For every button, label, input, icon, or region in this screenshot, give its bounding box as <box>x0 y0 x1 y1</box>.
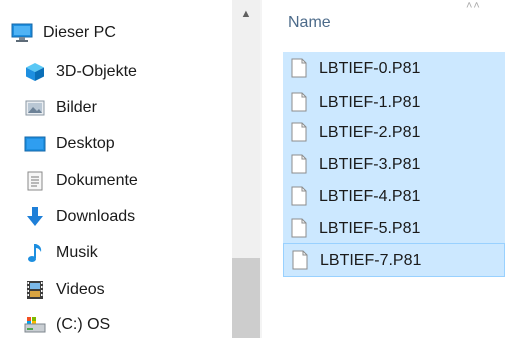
pane-divider[interactable] <box>260 0 262 338</box>
file-icon <box>291 58 307 78</box>
navigation-pane: Dieser PC 3D-Objekte Bilder Desktop Doku… <box>0 0 232 338</box>
file-icon <box>291 186 307 206</box>
file-row[interactable]: LBTIEF-3.P81 <box>283 148 505 182</box>
column-header-name[interactable]: Name <box>288 14 331 32</box>
nav-item-label: Downloads <box>56 208 136 225</box>
documents-icon <box>24 170 46 192</box>
nav-item-3d-objects[interactable]: 3D-Objekte <box>0 57 232 87</box>
music-icon <box>24 242 46 264</box>
nav-item-documents[interactable]: Dokumente <box>0 166 232 196</box>
nav-item-label: Dieser PC <box>43 24 116 41</box>
nav-item-this-pc[interactable]: Dieser PC <box>0 18 232 48</box>
nav-item-label: Dokumente <box>56 172 138 189</box>
scroll-thumb[interactable] <box>232 258 260 338</box>
pictures-icon <box>24 97 46 119</box>
drive-icon <box>24 314 46 336</box>
nav-item-label: Videos <box>56 281 105 298</box>
nav-item-music[interactable]: Musik <box>0 238 232 268</box>
file-icon <box>292 250 308 270</box>
file-row[interactable]: LBTIEF-0.P81 <box>283 52 505 86</box>
nav-item-downloads[interactable]: Downloads <box>0 202 232 232</box>
nav-item-videos[interactable]: Videos <box>0 275 232 305</box>
file-row[interactable]: LBTIEF-2.P81 <box>283 116 505 150</box>
file-row[interactable]: LBTIEF-5.P81 <box>283 212 505 246</box>
file-name: LBTIEF-2.P81 <box>319 124 421 141</box>
desktop-icon <box>24 133 46 155</box>
nav-item-label: Musik <box>56 244 98 261</box>
file-name: LBTIEF-1.P81 <box>319 94 421 111</box>
scroll-up-arrow-icon[interactable]: ▲ <box>232 0 260 28</box>
sort-indicator-icon: ˄˄ <box>466 0 481 12</box>
file-name: LBTIEF-5.P81 <box>319 220 421 237</box>
nav-item-pictures[interactable]: Bilder <box>0 93 232 123</box>
file-name: LBTIEF-0.P81 <box>319 60 421 77</box>
downloads-icon <box>24 206 46 228</box>
this-pc-icon <box>11 22 33 44</box>
nav-item-label: (C:) OS <box>56 316 111 333</box>
file-row[interactable]: LBTIEF-7.P81 <box>283 243 505 277</box>
file-icon <box>291 154 307 174</box>
file-name: LBTIEF-3.P81 <box>319 156 421 173</box>
file-icon <box>291 92 307 112</box>
column-header: Name ˄˄ <box>262 0 505 46</box>
file-icon <box>291 218 307 238</box>
file-name: LBTIEF-4.P81 <box>319 188 421 205</box>
nav-item-label: Bilder <box>56 99 97 116</box>
nav-item-drive-c[interactable]: (C:) OS <box>0 310 232 340</box>
file-row[interactable]: LBTIEF-1.P81 <box>283 86 505 120</box>
3d-objects-icon <box>24 61 46 83</box>
file-name: LBTIEF-7.P81 <box>320 252 422 269</box>
nav-item-desktop[interactable]: Desktop <box>0 129 232 159</box>
nav-item-label: 3D-Objekte <box>56 63 137 80</box>
videos-icon <box>24 279 46 301</box>
navigation-scrollbar[interactable]: ▲ <box>232 0 260 338</box>
file-icon <box>291 122 307 142</box>
nav-item-label: Desktop <box>56 135 115 152</box>
file-row[interactable]: LBTIEF-4.P81 <box>283 180 505 214</box>
